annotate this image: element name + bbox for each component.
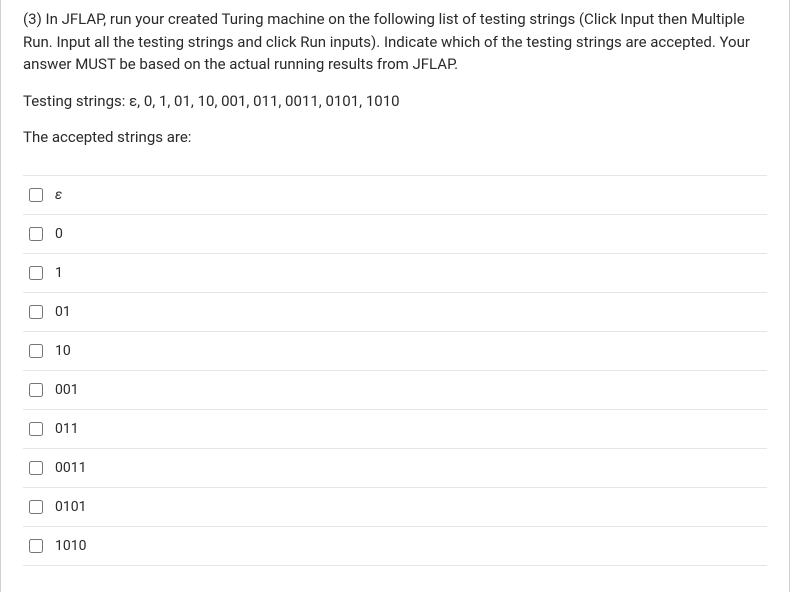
option-label: 0101	[55, 499, 86, 515]
option-row[interactable]: 001	[23, 371, 767, 410]
option-row[interactable]: 0011	[23, 449, 767, 488]
option-label: 10	[55, 343, 71, 359]
option-checkbox-001[interactable]	[29, 383, 43, 397]
option-label: 011	[55, 421, 79, 437]
option-checkbox-1[interactable]	[29, 266, 43, 280]
question-prompt: (3) In JFLAP, run your created Turing ma…	[23, 8, 767, 76]
option-row[interactable]: 0101	[23, 488, 767, 527]
question-container: (3) In JFLAP, run your created Turing ma…	[1, 0, 789, 566]
option-row[interactable]: ε	[23, 176, 767, 215]
option-label: 0	[55, 226, 63, 242]
option-checkbox-10[interactable]	[29, 344, 43, 358]
option-checkbox-01[interactable]	[29, 305, 43, 319]
option-row[interactable]: 011	[23, 410, 767, 449]
option-row[interactable]: 1	[23, 254, 767, 293]
testing-strings-line: Testing strings: ε, 0, 1, 01, 10, 001, 0…	[23, 90, 767, 113]
option-checkbox-0011[interactable]	[29, 461, 43, 475]
option-checkbox-0101[interactable]	[29, 500, 43, 514]
option-checkbox-011[interactable]	[29, 422, 43, 436]
option-label: ε	[55, 187, 62, 203]
option-row[interactable]: 0	[23, 215, 767, 254]
option-row[interactable]: 10	[23, 332, 767, 371]
option-label: 01	[55, 304, 71, 320]
accepted-strings-label: The accepted strings are:	[23, 126, 767, 149]
option-checkbox-0[interactable]	[29, 227, 43, 241]
option-label: 001	[55, 382, 79, 398]
option-label: 1010	[55, 538, 86, 554]
option-row[interactable]: 01	[23, 293, 767, 332]
option-label: 0011	[55, 460, 86, 476]
option-row[interactable]: 1010	[23, 527, 767, 566]
option-checkbox-epsilon[interactable]	[29, 188, 43, 202]
option-label: 1	[55, 265, 63, 281]
options-list: ε 0 1 01 10 001 011 0011	[23, 175, 767, 566]
option-checkbox-1010[interactable]	[29, 539, 43, 553]
